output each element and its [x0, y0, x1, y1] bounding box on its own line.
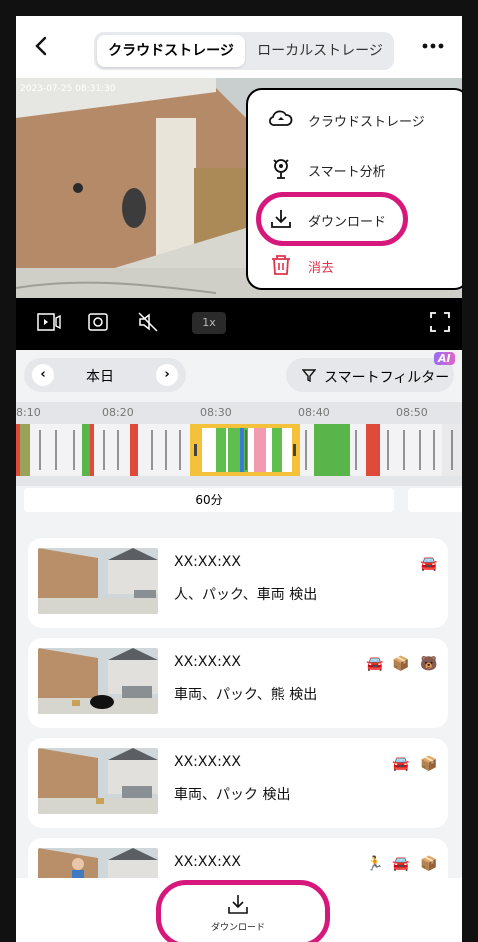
- timeline-tick: 08:30: [200, 406, 232, 419]
- event-time: XX:XX:XX: [174, 654, 241, 670]
- event-time: XX:XX:XX: [174, 554, 241, 570]
- bottom-action-bar: ダウンロード: [16, 878, 462, 942]
- event-description: 車両、パック 検出: [174, 787, 291, 803]
- duration-next-box: [408, 488, 462, 512]
- event-card[interactable]: XX:XX:XX 車両、パック 検出 🚘 📦: [28, 738, 448, 828]
- car-icon: 🚘: [392, 756, 410, 772]
- timeline-tick: 08:40: [298, 406, 330, 419]
- package-icon: 📦: [392, 656, 410, 672]
- date-label: 本日: [86, 369, 114, 385]
- event-description: 車両、パック、熊 検出: [174, 687, 318, 703]
- timeline-tick: 08:20: [102, 406, 134, 419]
- ai-badge: AI: [434, 352, 455, 365]
- app-screen: クラウドストレージ ローカルストレージ 2023-07-25 08:31:30 …: [16, 16, 462, 942]
- playback-speed-button[interactable]: 1x: [192, 312, 226, 334]
- storage-segmented-control: クラウドストレージ ローカルストレージ: [94, 32, 394, 70]
- trash-icon: [272, 255, 290, 275]
- video-timestamp: 2023-07-25 08:31:30: [20, 84, 116, 94]
- highlight-ring-bottom-download: [156, 880, 330, 942]
- record-clip-icon[interactable]: [36, 310, 62, 334]
- fullscreen-icon[interactable]: [428, 310, 452, 334]
- more-options-icon[interactable]: [418, 34, 448, 58]
- car-icon: 🚘: [366, 656, 384, 672]
- timeline-events-graphic: [16, 424, 462, 476]
- event-time: XX:XX:XX: [174, 754, 241, 770]
- duration-label: 60分: [24, 488, 394, 512]
- header: クラウドストレージ ローカルストレージ: [16, 16, 462, 78]
- package-icon: 📦: [420, 756, 438, 772]
- menu-item-label: クラウドストレージ: [308, 115, 425, 130]
- event-thumbnail: [38, 748, 158, 814]
- back-chevron-icon[interactable]: [30, 34, 54, 58]
- smart-filter-button[interactable]: スマートフィルター: [286, 358, 454, 392]
- event-thumbnail: [38, 548, 158, 614]
- animal-icon: 🐻: [420, 656, 438, 672]
- menu-item-delete[interactable]: 消去: [268, 246, 458, 286]
- event-card[interactable]: XX:XX:XX 人、パック、車両 検出 🚘: [28, 538, 448, 628]
- menu-item-label: スマート分析: [308, 165, 386, 180]
- event-time: XX:XX:XX: [174, 854, 241, 870]
- timeline-tick: 8:10: [16, 406, 41, 419]
- car-icon: 🚘: [392, 856, 410, 872]
- car-icon: 🚘: [420, 556, 438, 572]
- tab-cloud-storage[interactable]: クラウドストレージ: [97, 35, 245, 67]
- highlight-ring-download: [256, 192, 408, 246]
- menu-item-smart-analysis[interactable]: スマート分析: [268, 150, 458, 190]
- timeline-tick: 08:50: [396, 406, 428, 419]
- date-filter-row: ‹ 本日 › スマートフィルター AI: [16, 350, 462, 402]
- video-controls: 1x: [16, 298, 462, 350]
- person-icon: 🏃: [366, 856, 384, 872]
- device-frame: クラウドストレージ ローカルストレージ 2023-07-25 08:31:30 …: [0, 0, 478, 942]
- date-selector: ‹ 本日 ›: [24, 358, 186, 392]
- menu-item-label: 消去: [308, 261, 335, 276]
- snapshot-icon[interactable]: [86, 310, 110, 334]
- more-options-menu: クラウドストレージ スマート分析 ダウンロード 消去: [246, 88, 462, 290]
- tab-local-storage[interactable]: ローカルストレージ: [250, 35, 390, 67]
- event-thumbnail: [38, 648, 158, 714]
- timeline-track[interactable]: [16, 424, 462, 476]
- package-icon: 📦: [420, 856, 438, 872]
- mute-icon[interactable]: [136, 310, 160, 334]
- filter-funnel-icon: [302, 369, 316, 382]
- duration-row: 60分: [16, 488, 462, 514]
- cloud-icon: [269, 110, 293, 126]
- event-description: 人、パック、車両 検出: [174, 587, 318, 603]
- smart-filter-label: スマートフィルター: [324, 370, 450, 386]
- event-card[interactable]: XX:XX:XX 車両、パック、熊 検出 🚘 📦 🐻: [28, 638, 448, 728]
- next-day-icon[interactable]: ›: [156, 364, 178, 386]
- timeline[interactable]: 8:10 08:20 08:30 08:40 08:50: [16, 402, 462, 486]
- menu-item-cloud-storage[interactable]: クラウドストレージ: [268, 100, 458, 140]
- smart-analysis-icon: [273, 159, 289, 179]
- previous-day-icon[interactable]: ‹: [32, 364, 54, 386]
